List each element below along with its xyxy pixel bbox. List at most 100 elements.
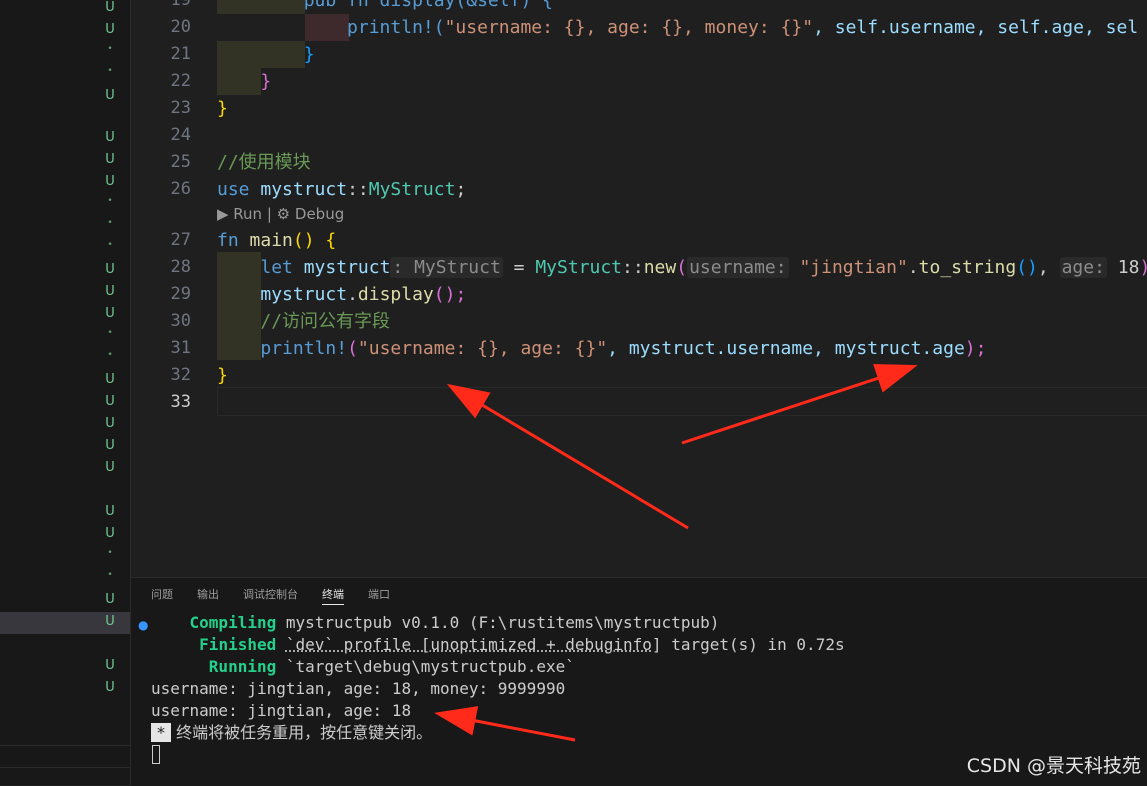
code-token: to_string xyxy=(918,257,1017,278)
git-untracked-badge: U xyxy=(105,372,115,387)
code-line-19[interactable]: pub fn display(&self) { xyxy=(217,0,553,14)
code-token: , mystruct.username, mystruct.age xyxy=(607,338,965,359)
code-token: main xyxy=(249,230,293,251)
cargo-status: Compiling xyxy=(189,613,277,632)
terminal-text: mystructpub v0.1.0 (F:\rustitems\mystruc… xyxy=(276,613,720,632)
command-status-dot-icon: ● xyxy=(138,618,149,632)
git-modified-dot-icon: • xyxy=(107,66,113,76)
git-untracked-badge: U xyxy=(105,152,115,167)
code-token: MyStruct xyxy=(535,257,623,278)
line-number: 30 xyxy=(170,311,191,331)
debug-codelens[interactable]: ⚙ Debug xyxy=(277,205,345,223)
line-number: 29 xyxy=(170,284,191,304)
code-token: MyStruct xyxy=(368,179,456,200)
run-codelens[interactable]: ▶ Run xyxy=(217,205,262,223)
code-token: "username: {}, age: {}, money: {}" xyxy=(444,17,814,38)
code-token: ); xyxy=(1139,257,1147,278)
code-line-29[interactable]: mystruct.display(); xyxy=(217,281,466,308)
code-line-25[interactable]: //使用模块 xyxy=(217,149,311,176)
git-untracked-badge: U xyxy=(105,394,115,409)
code-token: 18 xyxy=(1117,257,1140,278)
terminal-line: username: jingtian, age: 18 xyxy=(151,701,412,720)
git-untracked-badge: U xyxy=(105,174,115,189)
code-token: println! xyxy=(260,338,348,359)
code-line-21[interactable]: } xyxy=(217,41,315,68)
code-token: :: xyxy=(622,257,644,278)
git-modified-dot-icon: • xyxy=(107,350,113,360)
code-line-27[interactable]: fn main() { xyxy=(217,227,336,254)
code-token: . xyxy=(347,284,358,305)
current-line-highlight xyxy=(217,387,1147,416)
code-line-22[interactable]: } xyxy=(217,68,271,95)
code-line-32[interactable]: } xyxy=(217,362,228,389)
code-token: () { xyxy=(292,230,337,251)
terminal-cursor xyxy=(152,745,160,764)
line-number: 24 xyxy=(170,125,191,145)
code-token: . xyxy=(907,257,919,278)
tab-terminal[interactable]: 终端 xyxy=(322,586,344,605)
git-untracked-badge: U xyxy=(105,22,115,37)
code-editor[interactable]: 19 20 21 22 23 24 25 26 27 28 29 30 31 32 33 pub fn di… xyxy=(131,0,1147,576)
line-number: 19 xyxy=(170,0,191,10)
code-token: "username: {}, age: {}" xyxy=(357,338,608,359)
tab-problems[interactable]: 问题 xyxy=(151,586,173,602)
code-line-28[interactable]: let mystruct: MyStruct = MyStruct::new(u… xyxy=(217,254,1147,281)
code-line-23[interactable]: } xyxy=(217,95,228,122)
code-token: let xyxy=(260,257,293,278)
code-token: new xyxy=(643,257,677,278)
line-number: 23 xyxy=(170,98,191,118)
git-modified-dot-icon: • xyxy=(107,196,113,206)
code-token: println!( xyxy=(347,17,445,38)
code-token: () xyxy=(1016,257,1038,278)
code-token: ( xyxy=(347,338,358,359)
code-token: "jingtian" xyxy=(799,257,908,278)
code-line-30[interactable]: //访问公有字段 xyxy=(217,308,390,335)
git-untracked-badge: U xyxy=(105,438,115,453)
git-untracked-badge: U xyxy=(105,592,115,607)
git-untracked-badge: U xyxy=(105,460,115,475)
param-inlay-hint: username: xyxy=(687,257,789,278)
git-untracked-badge: U xyxy=(105,262,115,277)
line-number: 22 xyxy=(170,71,191,91)
explorer-sidebar: U U • • U U U U • • • U U U • • U U U U U U U • • U U U U xyxy=(0,0,131,785)
line-number: 27 xyxy=(170,230,191,250)
code-token: = xyxy=(502,257,536,278)
divider xyxy=(0,745,130,746)
git-untracked-badge: U xyxy=(105,658,115,673)
code-token: , xyxy=(1037,257,1060,278)
code-token: mystruct xyxy=(260,179,348,200)
code-comment: //使用模块 xyxy=(217,152,311,173)
git-untracked-badge: U xyxy=(105,504,115,519)
codelens: ▶ Run | ⚙ Debug xyxy=(217,203,344,225)
code-line-20[interactable]: println!("username: {}, age: {}, money: … xyxy=(217,14,1138,41)
git-untracked-badge: U xyxy=(105,614,115,629)
terminal-line: Compiling mystructpub v0.1.0 (F:\rustite… xyxy=(151,612,720,634)
divider xyxy=(0,767,130,768)
bottom-panel: 问题 输出 调试控制台 终端 端口 ● Compiling mystructpu… xyxy=(131,577,1147,786)
code-token: , self.username, self.age, sel xyxy=(813,17,1139,38)
code-line-31[interactable]: println!("username: {}, age: {}", mystru… xyxy=(217,335,986,362)
git-untracked-badge: U xyxy=(105,306,115,321)
tab-debug-console[interactable]: 调试控制台 xyxy=(243,586,298,602)
git-modified-dot-icon: • xyxy=(107,218,113,228)
code-token: use xyxy=(217,179,250,200)
tab-ports[interactable]: 端口 xyxy=(368,586,390,602)
line-number: 25 xyxy=(170,152,191,172)
code-line-26[interactable]: use mystruct::MyStruct; xyxy=(217,176,466,203)
code-token: (); xyxy=(433,284,467,305)
git-untracked-badge: U xyxy=(105,680,115,695)
code-token: fn xyxy=(217,230,239,251)
git-modified-dot-icon: • xyxy=(107,548,113,558)
line-number: 26 xyxy=(170,179,191,199)
git-modified-dot-icon: • xyxy=(107,240,113,250)
line-number: 33 xyxy=(170,392,191,412)
terminal-line: * 终端将被任务重用，按任意键关闭。 xyxy=(151,722,432,744)
git-untracked-badge: U xyxy=(105,0,115,15)
terminal-text: target(s) in 0.72s xyxy=(661,635,845,654)
terminal-line: username: jingtian, age: 18, money: 9999… xyxy=(151,679,566,698)
tab-output[interactable]: 输出 xyxy=(197,586,219,602)
code-token: display xyxy=(357,284,434,305)
line-number: 31 xyxy=(170,338,191,358)
git-untracked-badge: U xyxy=(105,88,115,103)
